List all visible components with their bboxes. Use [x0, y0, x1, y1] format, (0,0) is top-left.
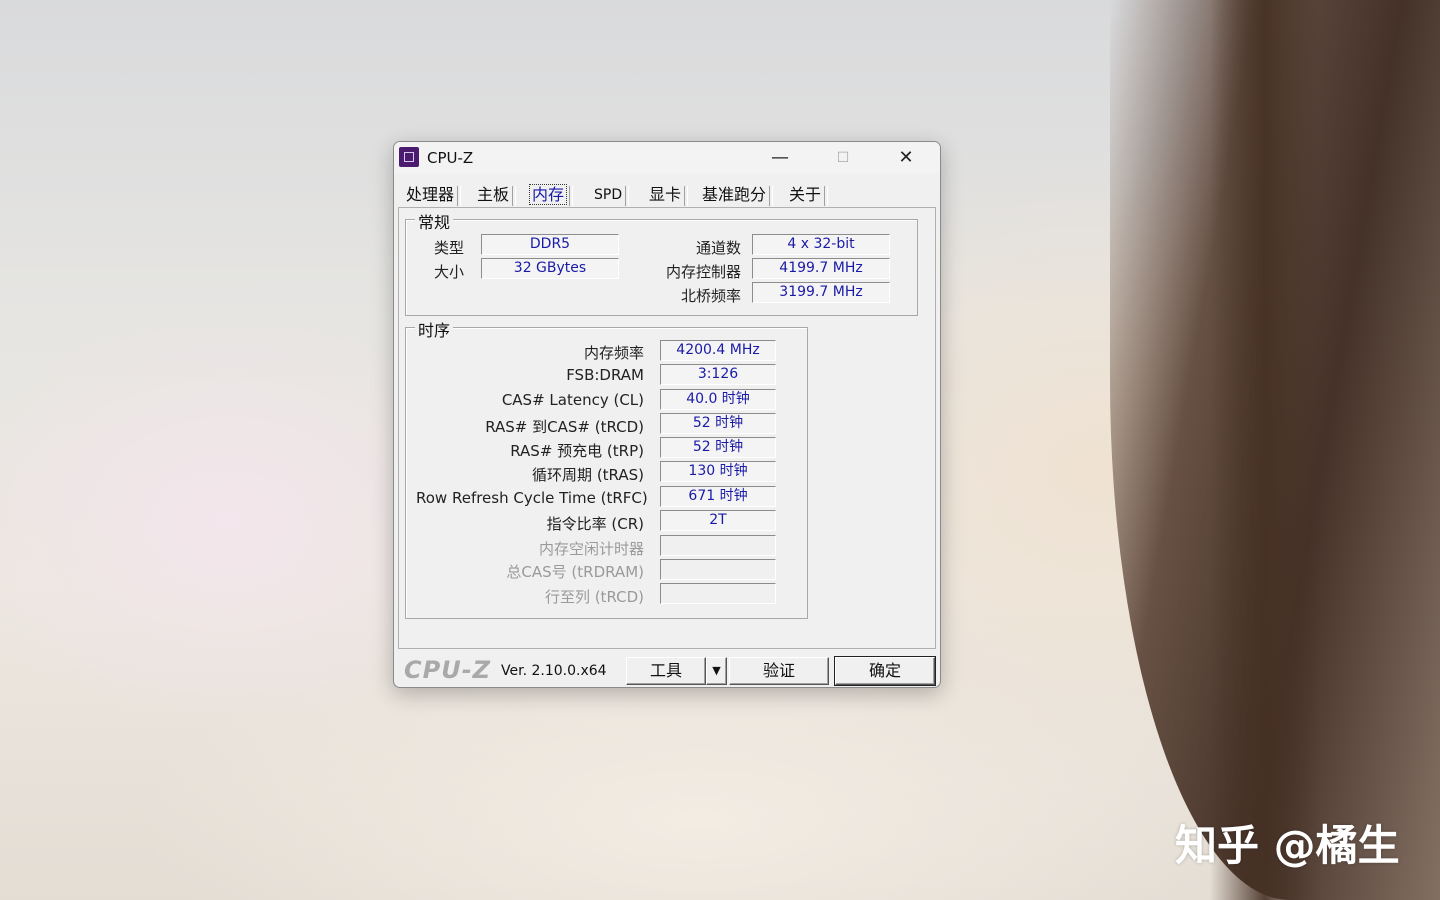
tab-bench[interactable]: 基准跑分	[702, 184, 774, 206]
tab-processor[interactable]: 处理器	[406, 184, 462, 206]
channels-label: 通道数	[695, 239, 741, 257]
northbridge-label: 北桥频率	[680, 287, 741, 305]
command-rate-label: 指令比率 (CR)	[546, 515, 644, 533]
cpuz-app-icon	[399, 147, 419, 167]
general-group-title: 常规	[415, 209, 454, 233]
title-bar[interactable]: CPU-Z — ☐ ✕	[394, 142, 940, 174]
type-label: 类型	[433, 239, 464, 257]
cas-latency-value: 40.0 时钟	[660, 389, 776, 410]
size-value: 32 GBytes	[481, 258, 619, 279]
northbridge-value: 3199.7 MHz	[752, 282, 890, 303]
tools-button[interactable]: 工具	[626, 657, 706, 685]
tab-graphics[interactable]: 显卡	[649, 184, 689, 206]
trfc-value: 671 时钟	[660, 486, 776, 507]
close-button[interactable]: ✕	[876, 142, 936, 174]
fsb-dram-label: FSB:DRAM	[566, 366, 644, 384]
dram-frequency-label: 内存频率	[583, 344, 644, 362]
trfc-label: Row Refresh Cycle Time (tRFC)	[416, 489, 648, 507]
tab-about[interactable]: 关于	[789, 184, 829, 206]
dram-idle-timer-value	[660, 535, 776, 556]
cpuz-brand-logo: CPU-Z	[404, 656, 492, 684]
size-label: 大小	[433, 263, 464, 281]
tras-value: 130 时钟	[660, 461, 776, 482]
mem-controller-label: 内存控制器	[665, 263, 741, 281]
ok-button[interactable]: 确定	[834, 656, 936, 686]
window-title: CPU-Z	[427, 149, 474, 167]
trcd-value: 52 时钟	[660, 413, 776, 434]
command-rate-value: 2T	[660, 510, 776, 531]
timings-group: 时序 内存频率 4200.4 MHz FSB:DRAM 3:126 CAS# L…	[405, 317, 808, 619]
fsb-dram-value: 3:126	[660, 364, 776, 385]
background-photo-hair-strand	[1210, 0, 1320, 900]
timings-group-title: 时序	[415, 317, 454, 341]
memory-panel: 常规 类型 DDR5 大小 32 GBytes 通道数 4 x 32-bit 内…	[398, 207, 936, 649]
tab-mainboard[interactable]: 主板	[477, 184, 517, 206]
trdram-label: 总CAS号 (tRDRAM)	[506, 563, 644, 581]
tab-memory[interactable]: 内存	[528, 184, 574, 206]
tab-spd[interactable]: SPD	[594, 184, 630, 206]
maximize-button[interactable]: ☐	[813, 142, 873, 174]
row-to-column-value	[660, 583, 776, 604]
validate-button[interactable]: 验证	[729, 657, 829, 685]
minimize-button[interactable]: —	[750, 142, 810, 174]
dram-idle-timer-label: 内存空闲计时器	[538, 540, 644, 558]
trcd-label: RAS# 到CAS# (tRCD)	[485, 418, 644, 436]
version-text: Ver. 2.10.0.x64	[501, 663, 607, 679]
watermark: 知乎 @橘生	[1175, 821, 1400, 870]
trdram-value	[660, 559, 776, 580]
mem-controller-value: 4199.7 MHz	[752, 258, 890, 279]
tools-dropdown-arrow-icon[interactable]: ▼	[706, 657, 727, 685]
footer-bar: CPU-Z Ver. 2.10.0.x64 工具 ▼ 验证 确定	[394, 654, 940, 687]
tras-label: 循环周期 (tRAS)	[532, 466, 644, 484]
trp-label: RAS# 预充电 (tRP)	[510, 442, 644, 460]
cas-latency-label: CAS# Latency (CL)	[501, 391, 644, 409]
type-value: DDR5	[481, 234, 619, 255]
channels-value: 4 x 32-bit	[752, 234, 890, 255]
tab-bar: 处理器 主板 内存 SPD 显卡 基准跑分 关于	[400, 184, 930, 208]
dram-frequency-value: 4200.4 MHz	[660, 340, 776, 361]
trp-value: 52 时钟	[660, 437, 776, 458]
general-group: 常规 类型 DDR5 大小 32 GBytes 通道数 4 x 32-bit 内…	[405, 209, 918, 316]
row-to-column-label: 行至列 (tRCD)	[544, 588, 644, 606]
cpuz-window: CPU-Z — ☐ ✕ 处理器 主板 内存 SPD 显卡 基准跑分 关于 常规 …	[393, 141, 941, 688]
